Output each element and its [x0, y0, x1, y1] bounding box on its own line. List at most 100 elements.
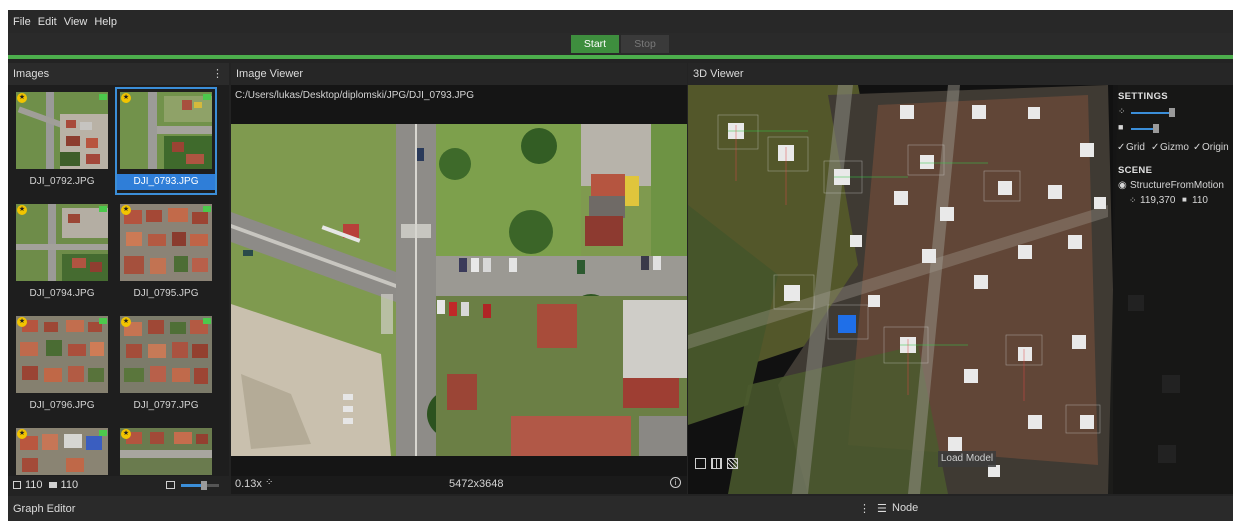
points-count: 119,370 [1140, 195, 1176, 206]
slider-handle[interactable] [201, 481, 207, 490]
thumbnail-image [120, 204, 212, 281]
gizmo-toggle-label[interactable]: Gizmo [1160, 142, 1189, 153]
start-button[interactable]: Start [571, 35, 619, 53]
image-resolution: 5472x3648 [449, 478, 504, 490]
point-size-handle[interactable] [1169, 108, 1175, 117]
menu-bar: File Edit View Help [8, 10, 1233, 33]
camera-scale-handle[interactable] [1153, 124, 1159, 133]
thumbnail-image [120, 428, 212, 475]
images-panel: Images ⋮ ★ DJI_0792.JPG ★ DJI_0793.JPG ★… [8, 63, 229, 494]
star-icon: ★ [17, 205, 27, 215]
graph-editor-title: Graph Editor [13, 502, 76, 515]
camera-icon: ■ [1182, 195, 1187, 204]
stop-button[interactable]: Stop [621, 35, 669, 53]
thumbnail-label: DJI_0795.JPG [133, 288, 199, 299]
gizmo-check-icon[interactable]: ✓ [1151, 142, 1159, 153]
node-settings-icon: ☰ [877, 503, 887, 515]
camera-icon [48, 482, 57, 488]
selected-camera-icon [838, 315, 856, 333]
camera-icon [203, 94, 211, 100]
image-viewer-header: Image Viewer [231, 63, 687, 85]
star-icon: ★ [17, 317, 27, 327]
thumbnail[interactable]: ★ [13, 425, 111, 475]
viewer-3d-header: 3D Viewer [688, 63, 1233, 85]
grid-check-icon[interactable]: ✓ [1117, 142, 1125, 153]
points-icon: ⁘ [1129, 195, 1137, 205]
point-size-slider[interactable] [1131, 112, 1171, 114]
camera-icon [99, 206, 107, 212]
camera-icon [99, 318, 107, 324]
aerial-photo[interactable] [231, 124, 687, 456]
camera-scale-slider[interactable] [1131, 128, 1155, 130]
viewer-3d-panel: 3D Viewer SETTINGS ⁘ ■ ✓ Grid ✓ Gizmo ✓ … [688, 63, 1233, 494]
eye-icon[interactable]: ◉ [1118, 180, 1127, 191]
images-footer: 110 110 [8, 476, 229, 494]
camera-scale-icon: ■ [1118, 122, 1124, 132]
image-viewer-footer: 0.13x ⁘ 5472x3648 i [231, 476, 687, 494]
slider-fill [181, 484, 203, 487]
menu-view[interactable]: View [64, 16, 88, 28]
thumbnail-label: DJI_0792.JPG [29, 176, 95, 187]
menu-help[interactable]: Help [94, 16, 117, 28]
thumbnail-image [120, 92, 212, 169]
graph-editor-bar: Graph Editor ⋮ ☰ Node [8, 496, 1233, 521]
thumbnail-label: DJI_0793.JPG [117, 174, 215, 190]
thumbnail-image [120, 316, 212, 393]
star-icon: ★ [121, 205, 131, 215]
images-count: 110 [25, 479, 43, 491]
camera-icon [203, 318, 211, 324]
camera-icon [99, 94, 107, 100]
image-gallery[interactable]: ★ DJI_0792.JPG ★ DJI_0793.JPG ★ DJI_0794… [11, 87, 223, 475]
menu-file[interactable]: File [13, 16, 31, 28]
thumbnail-label: DJI_0796.JPG [29, 400, 95, 411]
menu-edit[interactable]: Edit [38, 16, 57, 28]
textured-view-icon[interactable] [727, 458, 738, 469]
progress-bar [8, 55, 1233, 59]
thumbnail[interactable]: ★ [117, 425, 215, 475]
point-size-icon: ⁘ [1118, 106, 1126, 116]
images-panel-title: Images [13, 68, 50, 80]
grid-toggle-label[interactable]: Grid [1126, 142, 1145, 153]
star-icon: ★ [121, 93, 131, 103]
load-model-button[interactable]: Load Model [938, 451, 996, 467]
scene-node-label[interactable]: StructureFromMotion [1130, 180, 1224, 191]
view-mode-toolbar [695, 458, 738, 469]
node-panel-label[interactable]: Node [892, 502, 918, 514]
thumbnail-size-slider[interactable] [181, 481, 219, 490]
origin-toggle-label[interactable]: Origin [1202, 142, 1229, 153]
thumbnail[interactable]: ★ DJI_0794.JPG [13, 201, 111, 305]
image-viewer-title: Image Viewer [236, 68, 304, 80]
solid-view-icon[interactable] [695, 458, 706, 469]
cameras-count: 110 [60, 479, 79, 491]
zoom-level: 0.13x [235, 478, 262, 490]
points-toggle-icon[interactable]: ⁘ [265, 477, 273, 488]
scene-cameras-count: 110 [1192, 195, 1208, 206]
image-icon [13, 481, 21, 489]
thumbnail-label: DJI_0797.JPG [133, 400, 199, 411]
images-panel-header: Images ⋮ [8, 63, 229, 85]
scene-heading: SCENE [1118, 165, 1153, 176]
thumbnail-size-icon [166, 481, 175, 489]
settings-heading: SETTINGS [1118, 91, 1168, 102]
thumbnail[interactable]: ★ DJI_0792.JPG [13, 89, 111, 193]
star-icon: ★ [121, 317, 131, 327]
thumbnail[interactable]: ★ DJI_0795.JPG [117, 201, 215, 305]
toolbar: Start Stop [8, 33, 1233, 55]
thumbnail-image [16, 428, 108, 475]
origin-check-icon[interactable]: ✓ [1193, 142, 1201, 153]
thumbnail-image [16, 316, 108, 393]
thumbnail-image [16, 92, 108, 169]
viewer-3d-settings: SETTINGS ⁘ ■ ✓ Grid ✓ Gizmo ✓ Origin SCE… [1113, 85, 1233, 494]
thumbnail[interactable]: ★ DJI_0796.JPG [13, 313, 111, 417]
star-icon: ★ [17, 429, 27, 439]
thumbnail[interactable]: ★ DJI_0797.JPG [117, 313, 215, 417]
camera-icon [99, 430, 107, 436]
thumbnail-image [16, 204, 108, 281]
info-icon[interactable]: i [670, 477, 681, 488]
graph-editor-menu-icon[interactable]: ⋮ [859, 502, 870, 515]
wireframe-view-icon[interactable] [711, 458, 722, 469]
images-menu-icon[interactable]: ⋮ [212, 67, 223, 80]
image-viewer-panel: Image Viewer C:/Users/lukas/Desktop/dipl… [231, 63, 687, 494]
thumbnail-selected[interactable]: ★ DJI_0793.JPG [115, 87, 217, 195]
image-path: C:/Users/lukas/Desktop/diplomski/JPG/DJI… [235, 90, 474, 101]
